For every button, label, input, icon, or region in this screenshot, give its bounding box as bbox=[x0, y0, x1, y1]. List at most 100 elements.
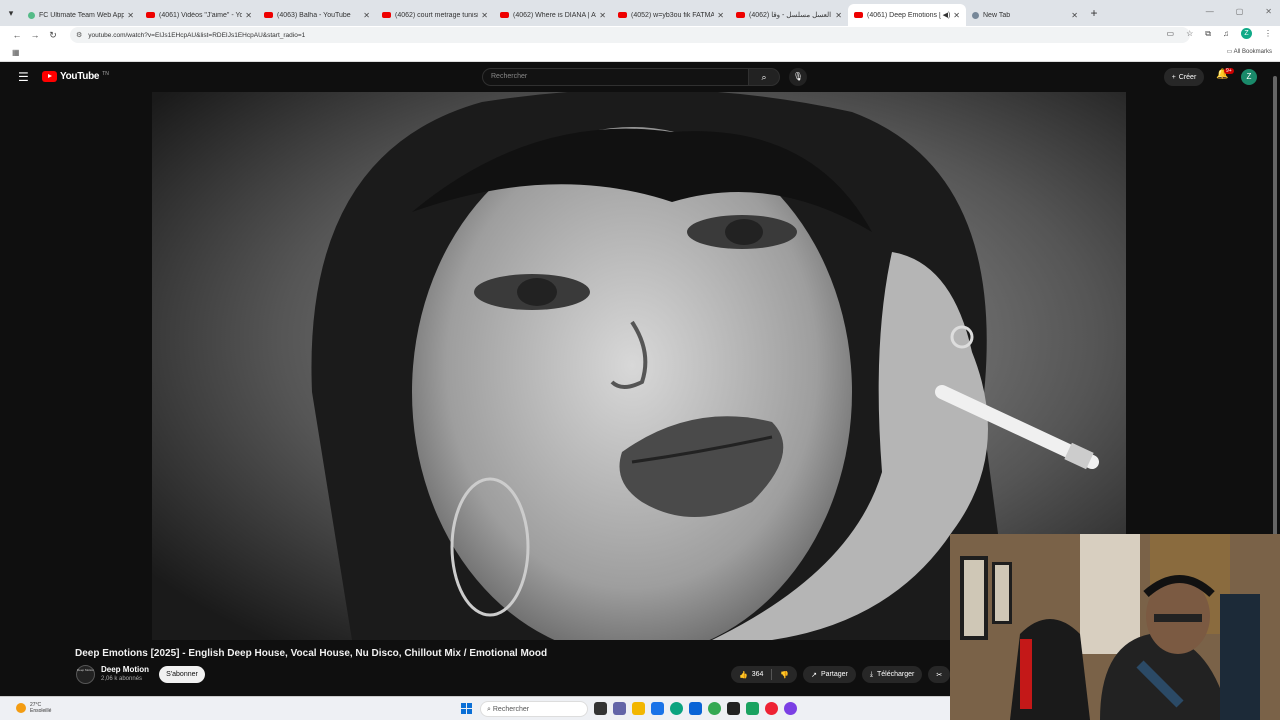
youtube-icon bbox=[854, 12, 863, 18]
new-tab-button[interactable]: + bbox=[1084, 6, 1104, 20]
browser-tab[interactable]: New Tab ✕ bbox=[966, 4, 1084, 26]
weather-description: Ensoleillé bbox=[30, 708, 52, 714]
tab-label: (4061) Vidéos "J'aime" - YouTu bbox=[159, 11, 243, 19]
new-tab-icon bbox=[972, 11, 979, 19]
download-label: Télécharger bbox=[876, 671, 915, 678]
browser-tab[interactable]: FC Ultimate Team Web App - E✕ bbox=[22, 4, 140, 26]
share-label: Partager bbox=[821, 671, 848, 678]
like-count: 364 bbox=[751, 671, 764, 678]
browser-tab[interactable]: (4061) Vidéos "J'aime" - YouTu✕ bbox=[140, 4, 258, 26]
window-controls: — ▢ ✕ bbox=[1206, 7, 1272, 16]
search-button[interactable]: ⌕ bbox=[748, 68, 780, 86]
create-label: Créer bbox=[1178, 73, 1197, 81]
youtube-icon bbox=[146, 12, 155, 18]
close-icon[interactable]: ✕ bbox=[245, 11, 252, 20]
youtube-icon bbox=[736, 12, 745, 18]
close-icon[interactable]: ✕ bbox=[127, 11, 134, 20]
tab-label: (4063) Balha - YouTube bbox=[277, 11, 351, 19]
close-icon[interactable]: ✕ bbox=[481, 11, 488, 20]
share-button[interactable]: ↗ Partager bbox=[803, 666, 856, 683]
video-title: Deep Emotions [2025] - English Deep Hous… bbox=[75, 648, 548, 659]
epic-games-icon[interactable] bbox=[727, 702, 740, 715]
edge-icon[interactable] bbox=[670, 702, 683, 715]
fc-icon bbox=[28, 11, 35, 19]
youtube-play-icon bbox=[42, 71, 57, 82]
hamburger-menu-icon[interactable]: ☰ bbox=[18, 70, 29, 84]
webcam-feed-image bbox=[950, 534, 1280, 720]
account-avatar[interactable]: Z bbox=[1241, 69, 1257, 85]
create-button[interactable]: + Créer bbox=[1164, 68, 1204, 86]
cast-icon[interactable]: ▭ bbox=[1167, 29, 1175, 38]
task-view-icon[interactable] bbox=[594, 702, 607, 715]
browser-tab[interactable]: (4062) Where is DIANA | Avant✕ bbox=[494, 4, 612, 26]
all-bookmarks-button[interactable]: ▭ All Bookmarks bbox=[1227, 48, 1272, 55]
close-icon[interactable]: ✕ bbox=[953, 11, 960, 20]
like-button[interactable]: 👍 364 👎 bbox=[731, 666, 798, 683]
close-icon[interactable]: ✕ bbox=[835, 11, 842, 20]
chrome-icon[interactable] bbox=[708, 702, 721, 715]
apps-icon[interactable]: ▦ bbox=[12, 48, 20, 57]
minimize-icon[interactable]: — bbox=[1206, 7, 1214, 16]
search-icon: ⌕ bbox=[761, 72, 767, 82]
browser-tab[interactable]: (4063) Balha - YouTube ✕ bbox=[258, 4, 376, 26]
file-explorer-icon[interactable] bbox=[632, 702, 645, 715]
close-icon[interactable]: ✕ bbox=[1071, 11, 1078, 20]
store-icon[interactable] bbox=[651, 702, 664, 715]
app-icon[interactable] bbox=[765, 702, 778, 715]
forward-icon[interactable]: → bbox=[26, 30, 44, 40]
search-input[interactable]: Rechercher bbox=[482, 68, 750, 86]
windows-start-icon[interactable] bbox=[461, 703, 472, 714]
youtube-icon bbox=[618, 12, 627, 18]
reload-icon[interactable]: ↻ bbox=[44, 30, 62, 41]
video-actions: 👍 364 👎 ↗ Partager ⤓ Télécharger ✂ bbox=[731, 666, 951, 683]
channel-name[interactable]: Deep Motion bbox=[101, 665, 149, 674]
url-field[interactable]: ⚙ youtube.com/watch?v=EIJs1EHcpAU&list=R… bbox=[70, 27, 1190, 43]
maximize-icon[interactable]: ▢ bbox=[1236, 7, 1244, 16]
plus-icon: + bbox=[1171, 73, 1176, 81]
download-button[interactable]: ⤓ Télécharger bbox=[861, 666, 923, 683]
taskbar-search-input[interactable]: ⌕ Rechercher bbox=[480, 701, 588, 717]
youtube-icon bbox=[382, 12, 391, 18]
browser-tab[interactable]: (4062) شهر العسل مسلسل - وقا✕ bbox=[730, 4, 848, 26]
browser-tab-active[interactable]: (4061) Deep Emotions [20 ◀) ✕ bbox=[848, 4, 966, 26]
tab-label: New Tab bbox=[983, 11, 1011, 19]
tab-search-icon[interactable]: ▾ bbox=[0, 0, 22, 26]
media-icon[interactable]: ♫ bbox=[1223, 29, 1229, 38]
xbox-icon[interactable] bbox=[746, 702, 759, 715]
close-icon[interactable]: ✕ bbox=[599, 11, 606, 20]
close-icon[interactable]: ✕ bbox=[717, 11, 724, 20]
bookmarks-bar: ▦ ▭ All Bookmarks bbox=[0, 44, 1280, 62]
browser-tab[interactable]: (4062) court metrage tunisien ✕ bbox=[376, 4, 494, 26]
scissors-icon: ✂ bbox=[936, 671, 943, 679]
voice-search-button[interactable]: 🎙 bbox=[789, 68, 807, 86]
discord-icon[interactable] bbox=[784, 702, 797, 715]
url-text: youtube.com/watch?v=EIJs1EHcpAU&list=RDE… bbox=[88, 31, 306, 39]
window-close-icon[interactable]: ✕ bbox=[1265, 7, 1272, 16]
menu-icon[interactable]: ⋮ bbox=[1264, 29, 1272, 38]
share-icon: ↗ bbox=[811, 671, 817, 679]
teams-icon[interactable] bbox=[613, 702, 626, 715]
speaker-icon[interactable]: ◀) bbox=[943, 11, 951, 19]
profile-avatar[interactable]: Z bbox=[1241, 28, 1252, 39]
weather-widget[interactable]: 27°C Ensoleillé bbox=[16, 702, 51, 714]
tab-label: (4061) Deep Emotions [20 bbox=[867, 11, 941, 19]
browser-tab[interactable]: (4052) w=yb3ou fik FATMA BC✕ bbox=[612, 4, 730, 26]
download-icon: ⤓ bbox=[869, 670, 873, 678]
channel-avatar[interactable]: Deep Motion bbox=[76, 665, 95, 684]
star-icon[interactable]: ☆ bbox=[1186, 29, 1193, 38]
tab-label: (4062) شهر العسل مسلسل - وقا bbox=[749, 12, 832, 19]
tab-label: (4062) Where is DIANA | Avant bbox=[513, 11, 596, 19]
youtube-logo[interactable]: YouTube TN bbox=[42, 71, 109, 82]
site-info-icon[interactable]: ⚙ bbox=[76, 31, 82, 39]
extensions-icon[interactable]: ⧉ bbox=[1205, 29, 1211, 39]
clip-button[interactable]: ✂ bbox=[928, 666, 951, 683]
tab-label: FC Ultimate Team Web App - E bbox=[39, 11, 125, 19]
back-icon[interactable]: ← bbox=[8, 30, 26, 40]
close-icon[interactable]: ✕ bbox=[363, 11, 370, 20]
thumbs-down-icon[interactable]: 👎 bbox=[780, 671, 789, 679]
all-bookmarks-label: All Bookmarks bbox=[1233, 49, 1272, 55]
taskbar-apps bbox=[594, 702, 797, 715]
outlook-icon[interactable] bbox=[689, 702, 702, 715]
logo-wordmark: YouTube bbox=[60, 71, 100, 82]
subscribe-button[interactable]: S'abonner bbox=[159, 666, 205, 683]
